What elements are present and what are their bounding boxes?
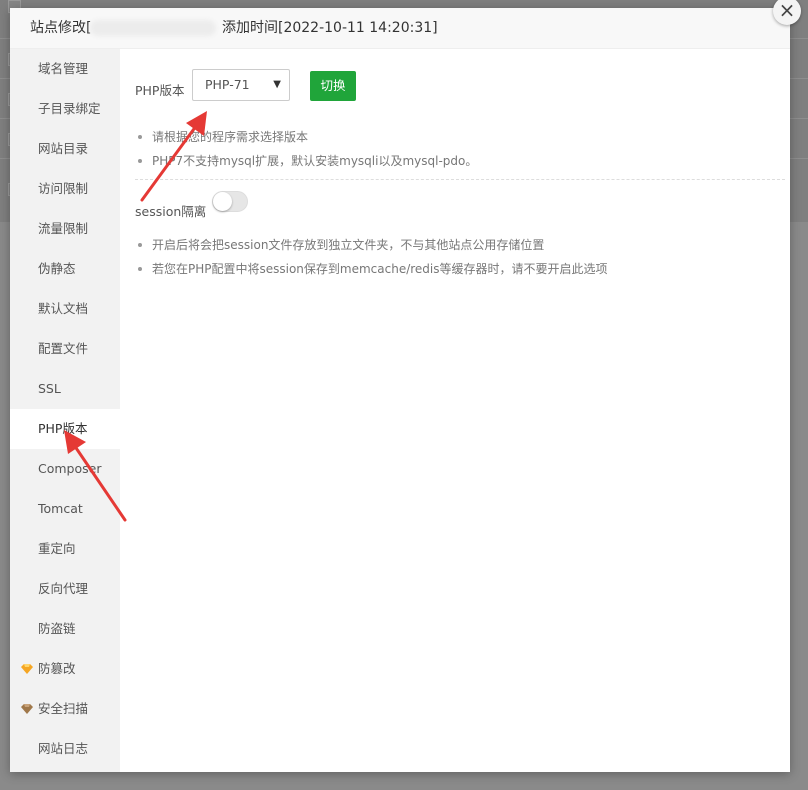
sidebar-item-label: 流量限制 (38, 221, 89, 236)
sidebar-item[interactable]: SSL (10, 369, 120, 409)
php-version-panel: PHP版本 PHP-71 ▼ 切换 请根据您的程序需求选择版本 PHP7不支持m… (120, 49, 790, 772)
site-settings-dialog: 站点修改[ 添加时间[2022-10-11 14:20:31] 域名管理子目录绑… (10, 8, 790, 772)
sidebar-item[interactable]: 域名管理 (10, 49, 120, 89)
sidebar-item[interactable]: 网站目录 (10, 129, 120, 169)
sidebar-item[interactable]: 防盗链 (10, 609, 120, 649)
php-version-select[interactable]: PHP-71 ▼ (192, 69, 290, 101)
list-item: PHP7不支持mysql扩展，默认安装mysqli以及mysql-pdo。 (135, 149, 477, 173)
sidebar-item-label: 访问限制 (38, 181, 89, 196)
sidebar-item-label: Composer (38, 461, 102, 476)
switch-version-button[interactable]: 切换 (310, 71, 356, 101)
list-item: 若您在PHP配置中将session保存到memcache/redis等缓存器时，… (135, 257, 608, 281)
sidebar-item-label: Tomcat (38, 501, 83, 516)
gem-gold-icon (21, 664, 33, 674)
list-item: 开启后将会把session文件存放到独立文件夹，不与其他站点公用存储位置 (135, 233, 608, 257)
sidebar-item-label: PHP版本 (38, 421, 88, 436)
sidebar-item[interactable]: 重定向 (10, 529, 120, 569)
sidebar-item-label: 反向代理 (38, 581, 89, 596)
sidebar-item[interactable]: 安全扫描 (10, 689, 120, 729)
sidebar-item[interactable]: 默认文档 (10, 289, 120, 329)
list-item: 请根据您的程序需求选择版本 (135, 125, 477, 149)
redacted-site-name (90, 20, 216, 36)
sidebar-item[interactable]: PHP版本 (10, 409, 120, 449)
sidebar-item[interactable]: Composer (10, 449, 120, 489)
sidebar-item[interactable]: 反向代理 (10, 569, 120, 609)
dialog-title-bar: 站点修改[ 添加时间[2022-10-11 14:20:31] (10, 8, 790, 49)
session-tips-list: 开启后将会把session文件存放到独立文件夹，不与其他站点公用存储位置 若您在… (135, 233, 608, 281)
gem-brown-icon (21, 704, 33, 714)
sidebar-item-label: 重定向 (38, 541, 76, 556)
sidebar-item[interactable]: Tomcat (10, 489, 120, 529)
sidebar-item-label: 网站目录 (38, 141, 89, 156)
sidebar-item[interactable]: 子目录绑定 (10, 89, 120, 129)
sidebar-item[interactable]: 防篡改 (10, 649, 120, 689)
sidebar-item[interactable]: 网站日志 (10, 729, 120, 769)
php-version-label: PHP版本 (135, 83, 185, 98)
dialog-title-prefix: 站点修改[ (30, 20, 92, 36)
sidebar-item-label: 安全扫描 (38, 701, 89, 716)
sidebar-item-label: 子目录绑定 (38, 101, 101, 116)
sidebar-item[interactable]: 伪静态 (10, 249, 120, 289)
sidebar-item[interactable]: 流量限制 (10, 209, 120, 249)
sidebar-item-label: 域名管理 (38, 61, 89, 76)
sidebar-item-label: 伪静态 (38, 261, 76, 276)
session-isolation-label: session隔离 (135, 204, 207, 219)
sidebar-item-label: 默认文档 (38, 301, 89, 316)
sidebar-item[interactable]: 配置文件 (10, 329, 120, 369)
sidebar-item-label: 网站日志 (38, 741, 89, 756)
sidebar-item-label: 防盗链 (38, 621, 76, 636)
dialog-title-added-time: 添加时间[2022-10-11 14:20:31] (222, 20, 438, 36)
section-divider (135, 179, 785, 180)
toggle-knob (213, 192, 232, 211)
sidebar-item-label: 配置文件 (38, 341, 89, 356)
php-tips-list: 请根据您的程序需求选择版本 PHP7不支持mysql扩展，默认安装mysqli以… (135, 125, 477, 173)
chevron-down-icon: ▼ (273, 79, 281, 90)
sidebar-item-label: 防篡改 (38, 661, 76, 676)
php-version-selected: PHP-71 (205, 77, 250, 92)
settings-sidebar: 域名管理子目录绑定网站目录访问限制流量限制伪静态默认文档配置文件 SSL PHP版本… (10, 49, 120, 772)
sidebar-item-label: SSL (38, 381, 61, 396)
sidebar-item[interactable]: 访问限制 (10, 169, 120, 209)
session-isolation-toggle[interactable] (212, 191, 248, 212)
